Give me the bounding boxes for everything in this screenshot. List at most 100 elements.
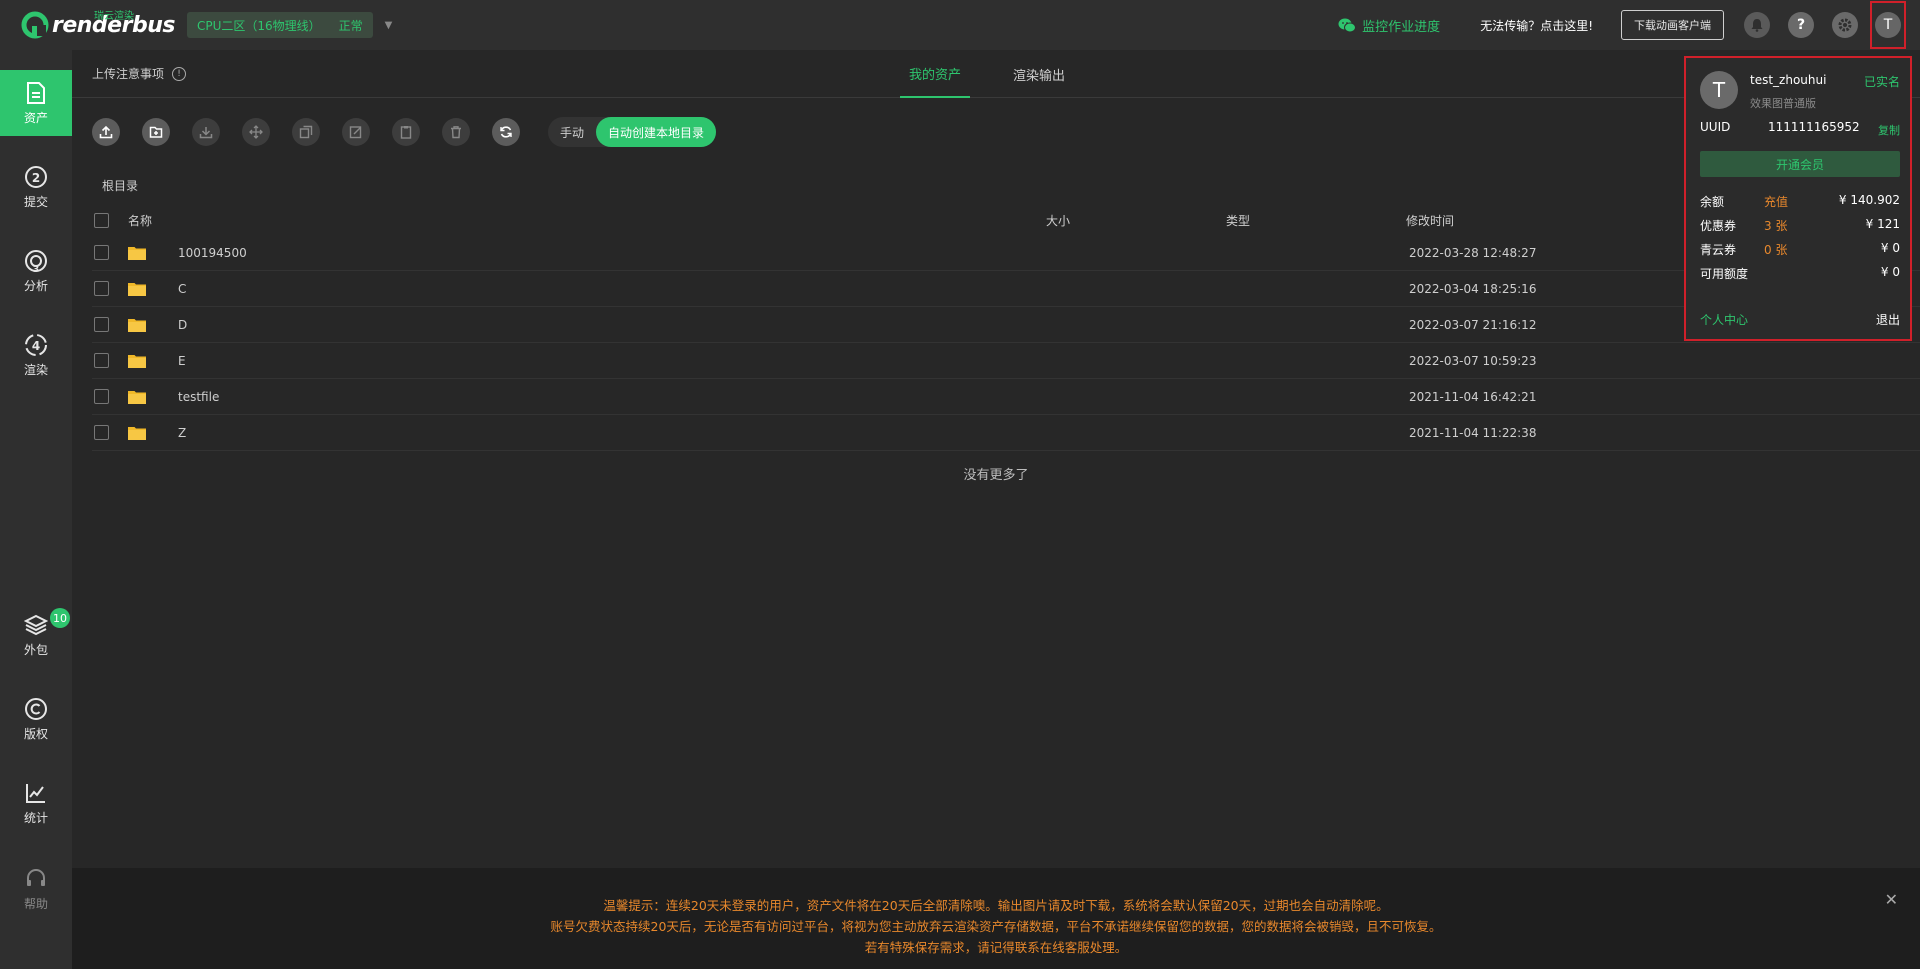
balance-amount: ¥ 140.902 [1838, 193, 1900, 207]
username: test_zhouhui [1750, 73, 1827, 87]
recharge-link[interactable]: 充值 [1764, 193, 1788, 210]
mode-manual[interactable]: 手动 [548, 124, 596, 141]
refresh-icon[interactable] [492, 118, 520, 146]
info-icon[interactable]: ! [172, 66, 187, 81]
balance-row: 余额 充值 ¥ 140.902 [1700, 193, 1900, 211]
coupon-count[interactable]: 3 张 [1764, 217, 1787, 234]
folder-icon [128, 282, 146, 296]
zone-selector[interactable]: CPU二区（16物理线） 正常 [186, 12, 373, 38]
avatar-highlight[interactable]: T [1870, 1, 1906, 49]
move-icon[interactable] [242, 118, 270, 146]
bell-icon[interactable] [1744, 12, 1770, 38]
row-name[interactable]: E [178, 354, 186, 368]
sidebar-item-label: 统计 [23, 810, 48, 825]
qingyun-count[interactable]: 0 张 [1764, 241, 1787, 258]
row-name[interactable]: C [178, 282, 186, 296]
row-checkbox[interactable] [94, 425, 109, 440]
trash-icon[interactable] [442, 118, 470, 146]
logo-text: 瑞云渲染 renderbus [52, 11, 175, 38]
close-icon[interactable]: ✕ [1885, 890, 1898, 909]
sidebar-item-copyright[interactable]: 版权 [0, 686, 72, 752]
credit-row: 可用额度 ¥ 0 [1700, 265, 1900, 283]
credit-label: 可用额度 [1700, 267, 1749, 281]
copy-uuid-button[interactable]: 复制 [1878, 122, 1900, 138]
logout-button[interactable]: 退出 [1876, 311, 1900, 328]
cannot-transfer-link[interactable]: 无法传输？点击这里! [1480, 17, 1593, 34]
tab-render-output[interactable]: 渲染输出 [1004, 50, 1074, 98]
svg-text:2: 2 [32, 171, 40, 185]
table-row[interactable]: testfile 2021-11-04 16:42:21 [92, 379, 1920, 415]
table-row[interactable]: D 2022-03-07 21:16:12 [92, 307, 1920, 343]
popup-avatar: T [1700, 71, 1738, 109]
renderbus-logo-icon [21, 11, 49, 39]
retention-notice: 温馨提示：连续20天未登录的用户，资产文件将在20天后全部清除噢。输出图片请及时… [72, 868, 1920, 969]
table-row[interactable]: E 2022-03-07 10:59:23 [92, 343, 1920, 379]
row-name[interactable]: D [178, 318, 187, 332]
folder-icon [128, 426, 146, 440]
verified-badge[interactable]: 已实名 [1864, 73, 1900, 90]
column-name[interactable]: 名称 [128, 212, 152, 229]
monitor-label: 监控作业进度 [1362, 19, 1441, 35]
new-folder-icon[interactable] [142, 118, 170, 146]
sidebar-item-outsource[interactable]: 外包 10 [0, 602, 72, 668]
sidebar-item-label: 资产 [23, 110, 48, 125]
copy-icon[interactable] [292, 118, 320, 146]
coupon-label: 优惠券 [1700, 219, 1737, 233]
copyright-icon [25, 697, 47, 720]
tab-my-assets[interactable]: 我的资产 [900, 50, 971, 98]
coupon-row: 优惠券 3 张 ¥ 121 [1700, 217, 1900, 235]
sidebar-item-label: 版权 [23, 726, 48, 741]
sidebar-item-label: 帮助 [23, 896, 48, 911]
upload-icon[interactable] [92, 118, 120, 146]
sidebar-item-help[interactable]: 帮助 [0, 856, 72, 922]
sidebar-item-stats[interactable]: 统计 [0, 770, 72, 836]
wechat-icon [1338, 18, 1357, 32]
column-mtime[interactable]: 修改时间 [1406, 212, 1454, 229]
row-checkbox[interactable] [94, 317, 109, 332]
help-icon[interactable]: ? [1788, 12, 1814, 38]
folder-icon [128, 246, 146, 260]
row-checkbox[interactable] [94, 281, 109, 296]
sidebar-item-analyze[interactable]: 3 分析 [0, 238, 72, 304]
directory-mode-toggle[interactable]: 手动 自动创建本地目录 [548, 117, 717, 147]
sidebar-item-render[interactable]: 4 渲染 [0, 322, 72, 388]
sidebar-item-assets[interactable]: 资产 [0, 70, 72, 136]
table-row[interactable]: 100194500 2022-03-28 12:48:27 [92, 235, 1920, 271]
row-mtime: 2022-03-28 12:48:27 [1409, 245, 1537, 260]
sidebar-item-submit[interactable]: 2 提交 [0, 154, 72, 220]
paste-icon[interactable] [392, 118, 420, 146]
row-mtime: 2021-11-04 11:22:38 [1409, 425, 1537, 440]
upload-notice[interactable]: 上传注意事项 ! [92, 65, 187, 82]
row-name[interactable]: Z [178, 426, 186, 440]
personal-center-link[interactable]: 个人中心 [1700, 311, 1748, 328]
notice-line-3: 若有特殊保存需求，请记得联系在线客服处理。 [864, 940, 1128, 955]
row-name[interactable]: testfile [178, 390, 219, 404]
outsource-badge: 10 [50, 608, 70, 628]
open-vip-button[interactable]: 开通会员 [1700, 151, 1900, 177]
mode-auto[interactable]: 自动创建本地目录 [596, 117, 717, 147]
avatar[interactable]: T [1875, 12, 1901, 38]
download-icon[interactable] [192, 118, 220, 146]
column-size[interactable]: 大小 [1046, 212, 1070, 229]
breadcrumb[interactable]: 根目录 [102, 177, 138, 194]
chevron-down-icon[interactable]: ▼ [385, 20, 393, 31]
row-checkbox[interactable] [94, 245, 109, 260]
row-checkbox[interactable] [94, 353, 109, 368]
table-header: 名称 大小 类型 修改时间 [92, 205, 1920, 235]
download-client-button[interactable]: 下载动画客户端 [1621, 10, 1724, 40]
balance-label: 余额 [1700, 195, 1725, 209]
select-all-checkbox[interactable] [94, 212, 109, 228]
notice-line-1: 温馨提示：连续20天未登录的用户，资产文件将在20天后全部清除噢。输出图片请及时… [603, 898, 1389, 913]
edit-icon[interactable] [342, 118, 370, 146]
row-mtime: 2022-03-07 10:59:23 [1409, 353, 1537, 368]
row-name[interactable]: 100194500 [178, 246, 247, 260]
row-mtime: 2022-03-07 21:16:12 [1409, 317, 1537, 332]
gear-icon[interactable] [1832, 12, 1858, 38]
column-type[interactable]: 类型 [1226, 212, 1250, 229]
monitor-progress-link[interactable]: 监控作业进度 [1338, 16, 1440, 35]
asset-tabs: 我的资产 渲染输出 [900, 50, 1108, 98]
table-row[interactable]: C 2022-03-04 18:25:16 [92, 271, 1920, 307]
logo[interactable]: 瑞云渲染 renderbus [20, 0, 175, 50]
table-row[interactable]: Z 2021-11-04 11:22:38 [92, 415, 1920, 451]
row-checkbox[interactable] [94, 389, 109, 404]
